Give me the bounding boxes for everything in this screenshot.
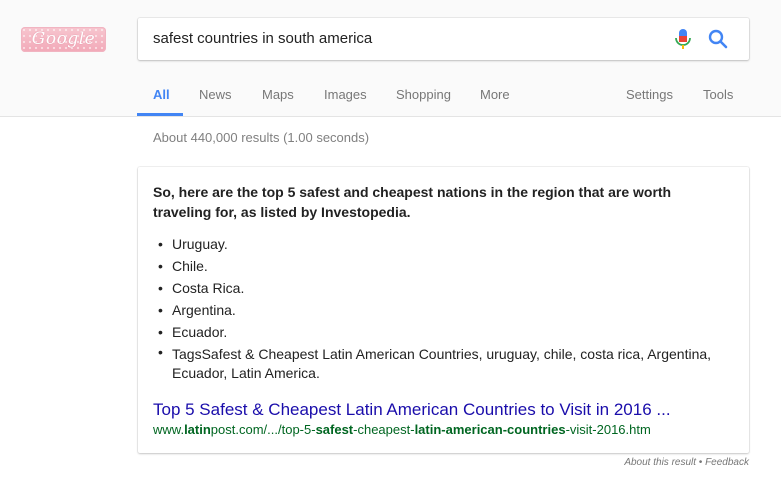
list-item-text: TagsSafest & Cheapest Latin American Cou…	[172, 346, 712, 381]
url-part-bold: latin	[184, 422, 211, 437]
url-part-bold: latin-american-countries	[414, 422, 566, 437]
active-tab-indicator	[137, 113, 183, 116]
list-item: • Ecuador.	[158, 324, 228, 340]
logo-text: Google	[31, 29, 96, 49]
result-link-title[interactable]: Top 5 Safest & Cheapest Latin American C…	[153, 400, 671, 420]
tab-maps[interactable]: Maps	[262, 87, 294, 102]
tools-link[interactable]: Tools	[703, 87, 733, 102]
snippet-list: • Uruguay. • Chile. • Costa Rica. • Argentin…	[153, 233, 723, 383]
google-doodle-logo[interactable]: Google	[21, 27, 106, 52]
tab-images[interactable]: Images	[324, 87, 367, 102]
tab-more[interactable]: More	[480, 87, 510, 102]
microphone-icon[interactable]	[672, 27, 694, 51]
search-header: Google safest countries in south america…	[0, 0, 781, 117]
search-tabs: All News Maps Images Shopping More Setti…	[0, 84, 781, 117]
tab-news[interactable]: News	[199, 87, 232, 102]
list-item-text: Costa Rica.	[172, 280, 245, 296]
result-url[interactable]: www.latinpost.com/.../top-5-safest-cheap…	[153, 422, 651, 437]
url-part: post.com/.../top-5-	[210, 422, 316, 437]
search-box[interactable]: safest countries in south america	[138, 18, 749, 60]
list-item-text: Ecuador.	[172, 324, 228, 340]
list-item-text: Uruguay.	[172, 236, 228, 252]
list-item: • Argentina.	[158, 302, 236, 318]
result-stats: About 440,000 results (1.00 seconds)	[153, 130, 370, 145]
snippet-heading: So, here are the top 5 safest and cheape…	[153, 184, 672, 220]
url-part: -cheapest-	[353, 422, 415, 437]
url-part: -visit-2016.htm	[565, 422, 651, 437]
list-item: • Costa Rica.	[158, 280, 245, 296]
list-item: • Uruguay.	[158, 236, 228, 252]
url-part-bold: safest	[315, 422, 354, 437]
tab-shopping[interactable]: Shopping	[396, 87, 451, 102]
list-item-text: Chile.	[172, 258, 208, 274]
about-result-feedback[interactable]: About this result • Feedback	[624, 457, 749, 468]
search-input[interactable]: safest countries in south america	[153, 30, 372, 47]
featured-snippet-card: So, here are the top 5 safest and cheape…	[138, 167, 749, 453]
list-item: • TagsSafest & Cheapest Latin American Co…	[158, 344, 712, 381]
list-item-text: Argentina.	[172, 302, 236, 318]
search-icon[interactable]	[706, 27, 730, 51]
list-item: • Chile.	[158, 258, 208, 274]
url-part: www.	[153, 422, 185, 437]
tab-all[interactable]: All	[153, 87, 170, 102]
settings-link[interactable]: Settings	[626, 87, 673, 102]
